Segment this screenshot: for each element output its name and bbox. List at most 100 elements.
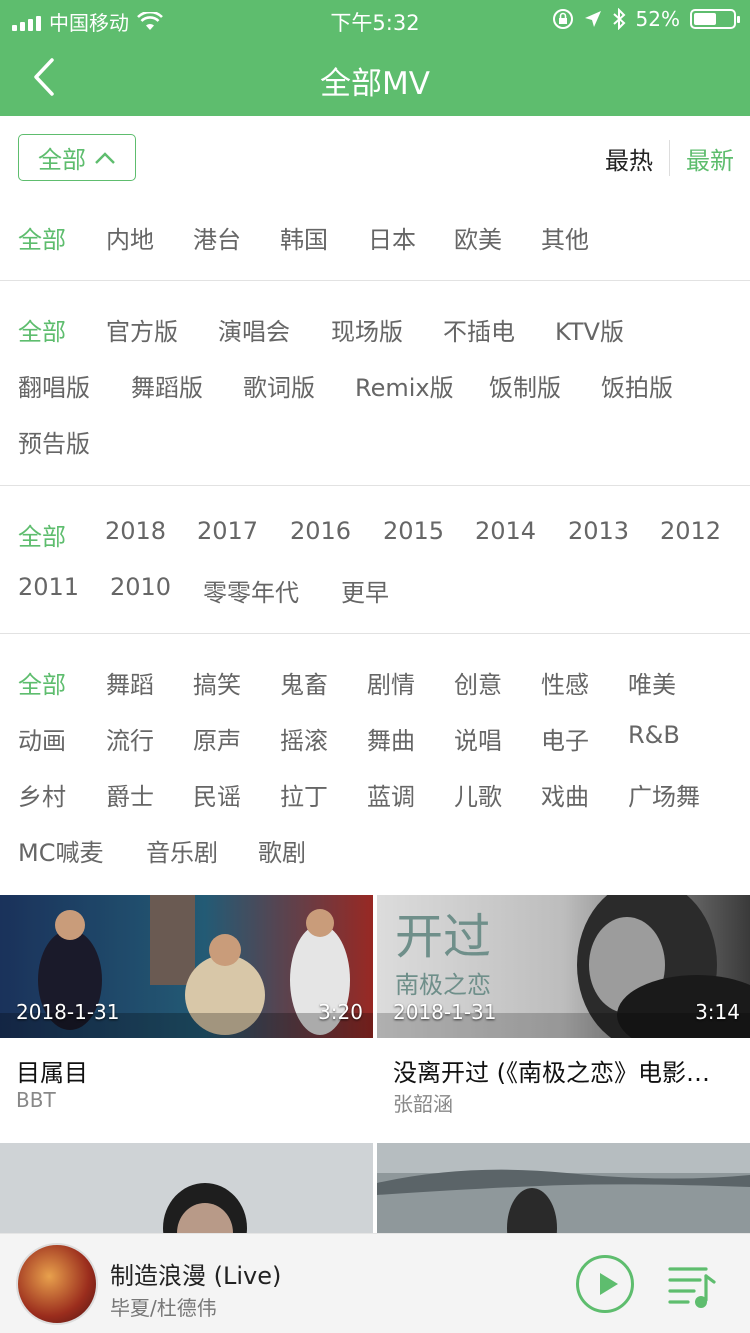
location-icon <box>584 11 601 27</box>
mv-card[interactable] <box>0 1143 373 1233</box>
style-option[interactable]: 流行 <box>106 721 154 756</box>
sort-new-tab[interactable]: 最新 <box>670 141 734 176</box>
player-artist: 毕夏/杜德伟 <box>110 1296 217 1320</box>
play-button[interactable] <box>576 1255 634 1313</box>
version-option[interactable]: 饭制版 <box>489 368 561 403</box>
style-option[interactable]: 鬼畜 <box>280 665 328 700</box>
version-option[interactable]: 不插电 <box>443 312 515 347</box>
mv-title: 没离开过 (《南极之恋》电影… <box>393 1059 710 1087</box>
version-option[interactable]: 现场版 <box>331 312 403 347</box>
style-option[interactable]: 拉丁 <box>280 777 328 812</box>
year-option[interactable]: 2012 <box>660 517 721 545</box>
status-bar: 中国移动 下午5:32 52% <box>0 0 750 38</box>
version-option[interactable]: 演唱会 <box>218 312 290 347</box>
divider <box>0 485 750 486</box>
mini-player[interactable]: 制造浪漫 (Live) 毕夏/杜德伟 <box>0 1233 750 1333</box>
year-option[interactable]: 零零年代 <box>203 573 299 608</box>
mv-duration: 3:14 <box>695 1000 740 1024</box>
nav-bar: 全部MV <box>0 38 750 116</box>
player-song-title: 制造浪漫 (Live) <box>110 1262 282 1290</box>
battery-icon <box>690 9 740 29</box>
style-option[interactable]: 广场舞 <box>628 777 700 812</box>
style-option[interactable]: 电子 <box>541 721 589 756</box>
version-option[interactable]: 歌词版 <box>243 368 315 403</box>
category-dropdown-button[interactable]: 全部 <box>18 134 136 181</box>
mv-title: 目属目 <box>16 1059 88 1087</box>
style-option[interactable]: 剧情 <box>367 665 415 700</box>
version-option[interactable]: 翻唱版 <box>18 368 90 403</box>
style-option[interactable]: 动画 <box>18 721 66 756</box>
style-option[interactable]: 歌剧 <box>258 833 306 868</box>
style-option[interactable]: R&B <box>628 721 680 749</box>
divider <box>0 280 750 281</box>
top-bar: 中国移动 下午5:32 52% 全部MV <box>0 0 750 116</box>
year-option[interactable]: 2014 <box>475 517 536 545</box>
year-option[interactable]: 2017 <box>197 517 258 545</box>
style-option[interactable]: 舞蹈 <box>106 665 154 700</box>
style-option[interactable]: 说唱 <box>454 721 502 756</box>
mv-poster-title: 开过 <box>395 909 492 965</box>
sort-row: 全部 最热 最新 <box>0 116 750 196</box>
style-option[interactable]: 音乐剧 <box>146 833 218 868</box>
style-option[interactable]: MC喊麦 <box>18 833 103 868</box>
sort-hot-tab[interactable]: 最热 <box>605 141 669 176</box>
style-option[interactable]: 民谣 <box>193 777 241 812</box>
divider <box>0 633 750 634</box>
mv-date: 2018-1-31 <box>393 1000 497 1024</box>
style-option[interactable]: 蓝调 <box>367 777 415 812</box>
region-option[interactable]: 其他 <box>541 220 589 255</box>
year-option[interactable]: 2010 <box>110 573 171 601</box>
mv-poster-subtitle: 南极之恋 <box>395 971 491 999</box>
style-option[interactable]: 戏曲 <box>541 777 589 812</box>
region-option[interactable]: 日本 <box>368 220 416 255</box>
mv-artist: 张韶涵 <box>393 1092 453 1116</box>
mv-artist: BBT <box>16 1088 56 1112</box>
chevron-up-icon <box>95 151 115 164</box>
style-option[interactable]: 唯美 <box>628 665 676 700</box>
style-option[interactable]: 乡村 <box>18 777 66 812</box>
mv-card[interactable] <box>377 1143 750 1233</box>
album-cover[interactable] <box>16 1243 98 1325</box>
style-option[interactable]: 性感 <box>541 665 589 700</box>
mv-thumbnail[interactable]: 2018-1-31 3:20 <box>0 895 373 1038</box>
region-option[interactable]: 全部 <box>18 220 66 255</box>
mv-thumbnail-image <box>377 1143 750 1233</box>
style-option[interactable]: 全部 <box>18 665 66 700</box>
mv-date: 2018-1-31 <box>16 1000 120 1024</box>
style-option[interactable]: 摇滚 <box>280 721 328 756</box>
mv-card[interactable]: 2018-1-31 3:20 目属目 BBT <box>0 895 373 1140</box>
region-option[interactable]: 欧美 <box>454 220 502 255</box>
mv-duration: 3:20 <box>318 1000 363 1024</box>
style-option[interactable]: 舞曲 <box>367 721 415 756</box>
version-option[interactable]: 饭拍版 <box>601 368 673 403</box>
style-option[interactable]: 原声 <box>193 721 241 756</box>
bluetooth-icon <box>612 8 625 30</box>
year-option[interactable]: 全部 <box>18 517 66 552</box>
year-option[interactable]: 2016 <box>290 517 351 545</box>
version-option[interactable]: KTV版 <box>555 312 624 347</box>
year-option[interactable]: 2015 <box>383 517 444 545</box>
style-option[interactable]: 爵士 <box>106 777 154 812</box>
version-option[interactable]: 官方版 <box>106 312 178 347</box>
page-title: 全部MV <box>320 66 430 102</box>
year-option[interactable]: 2011 <box>18 573 79 601</box>
region-option[interactable]: 内地 <box>106 220 154 255</box>
region-option[interactable]: 韩国 <box>280 220 328 255</box>
style-option[interactable]: 搞笑 <box>193 665 241 700</box>
version-option[interactable]: 舞蹈版 <box>131 368 203 403</box>
playlist-icon[interactable] <box>666 1260 718 1312</box>
version-option[interactable]: Remix版 <box>355 368 454 403</box>
mv-card[interactable]: 开过 南极之恋 2018-1-31 3:14 没离开过 (《南极之恋》电影… 张… <box>377 895 750 1140</box>
mv-thumbnail[interactable]: 开过 南极之恋 2018-1-31 3:14 <box>377 895 750 1038</box>
year-option[interactable]: 更早 <box>341 573 389 608</box>
region-option[interactable]: 港台 <box>193 220 241 255</box>
mv-thumbnail-image <box>0 1143 373 1233</box>
rotation-lock-icon <box>552 9 573 29</box>
version-option[interactable]: 全部 <box>18 312 66 347</box>
style-option[interactable]: 儿歌 <box>454 777 502 812</box>
version-option[interactable]: 预告版 <box>18 424 90 459</box>
year-option[interactable]: 2018 <box>105 517 166 545</box>
category-dropdown-label: 全部 <box>38 146 86 174</box>
style-option[interactable]: 创意 <box>454 665 502 700</box>
year-option[interactable]: 2013 <box>568 517 629 545</box>
